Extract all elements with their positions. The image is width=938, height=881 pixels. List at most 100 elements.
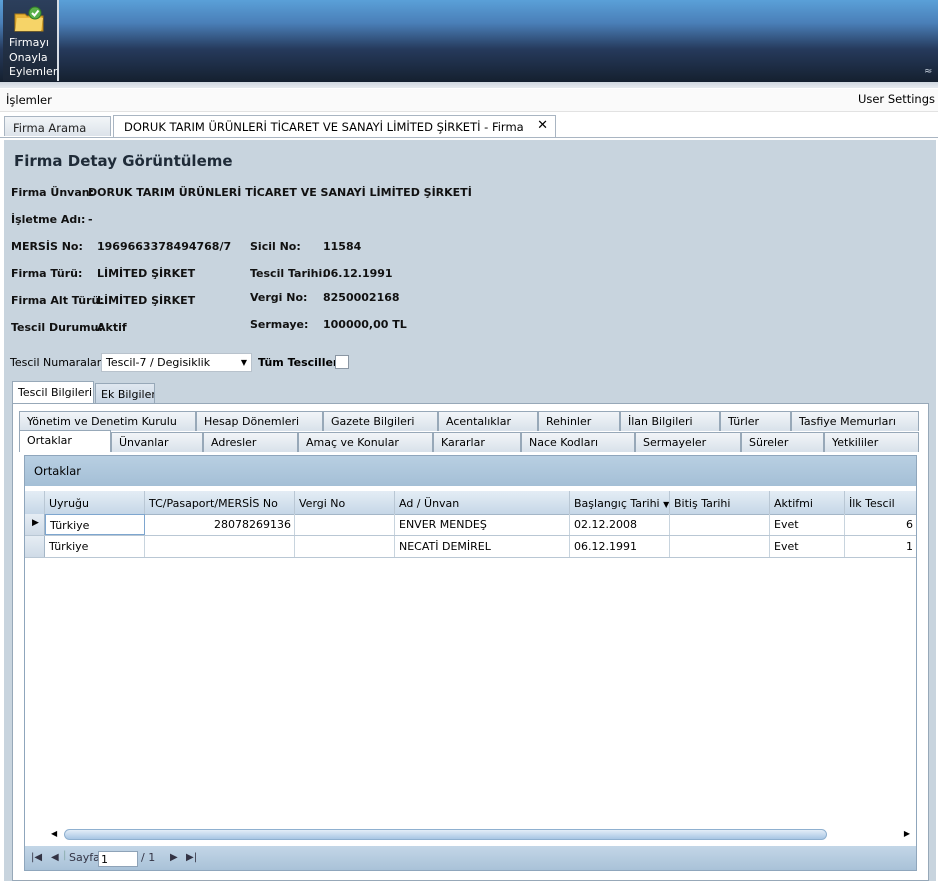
page-number-input[interactable]: 1 [98,851,138,867]
tescil-numaralari-select[interactable]: Tescil-7 / Degisiklik ▼ [101,353,252,372]
cell-vergi-no[interactable] [295,536,395,557]
cell-bitis[interactable] [670,536,770,557]
cell-tc-no[interactable] [145,536,295,557]
cell-ad-unvan[interactable]: ENVER MENDEŞ [395,514,570,535]
tab-unvanlar[interactable]: Ünvanlar [111,432,203,452]
cell-baslangic[interactable]: 06.12.1991 [570,536,670,557]
cell-bitis[interactable] [670,514,770,535]
column-header-label: Başlangıç Tarihi [574,497,660,510]
column-header[interactable]: Bitiş Tarihi [670,491,770,514]
tab-label: Tescil Bilgileri [18,386,93,399]
tab-firma-arama[interactable]: Firma Arama [4,116,111,136]
page-label: Sayfa [69,851,100,864]
tab-label: Ortaklar [27,434,72,447]
tescil-selected-value: Tescil-7 / Degisiklik [106,356,211,369]
cell-uyrugu[interactable]: Türkiye [45,536,145,557]
vergi-no-value: 8250002168 [323,291,400,304]
row-indicator: ▶ [25,514,45,535]
column-header[interactable]: İlk Tescil [845,491,916,514]
tab-ilan-bilgileri[interactable]: İlan Bilgileri [620,411,720,431]
tum-tesciller-label: Tüm Tesciller: [258,356,343,369]
tab-rehinler[interactable]: Rehinler [538,411,620,431]
grid-header: Uyruğu TC/Pasaport/MERSİS No Vergi No Ad… [25,491,916,515]
cell-ilk-tescil[interactable]: 6 [845,514,916,535]
tab-kararlar[interactable]: Kararlar [433,432,521,452]
cell-vergi-no[interactable] [295,514,395,535]
firma-unvan-label: Firma Ünvan: [11,186,95,199]
cell-ad-unvan[interactable]: NECATİ DEMİREL [395,536,570,557]
tab-hesap-donemleri[interactable]: Hesap Dönemleri [196,411,323,431]
tab-adresler[interactable]: Adresler [203,432,298,452]
sort-desc-icon: ▼ [663,500,670,509]
column-header[interactable]: Uyruğu [45,491,145,514]
close-icon[interactable]: ✕ [537,118,548,133]
approve-company-label: Firmayı Onayla Eylemler [9,36,58,78]
tescil-durumu-label: Tescil Durumu: [11,321,103,334]
tab-tescil-bilgileri[interactable]: Tescil Bilgileri [12,381,94,404]
pager: |◀ ◀ | Sayfa / 1 ▶ ▶| [25,846,916,870]
tescil-tarihi-label: Tescil Tarihi: [250,267,327,280]
menu-islemler[interactable]: İşlemler [6,93,52,107]
approve-company-button[interactable]: Firmayı Onayla Eylemler [3,0,59,81]
tab-label: Tasfiye Memurları [799,415,896,428]
mersis-label: MERSİS No: [11,240,83,253]
cell-aktifmi[interactable]: Evet [770,514,845,535]
header-indicator [25,491,45,514]
page-title: Firma Detay Görüntüleme [14,152,233,170]
dropdown-arrow-icon[interactable]: ▼ [241,358,247,367]
column-header[interactable]: TC/Pasaport/MERSİS No [145,491,295,514]
firma-alt-turu-value: LİMİTED ŞİRKET [97,294,196,307]
tab-yonetim-denetim[interactable]: Yönetim ve Denetim Kurulu [19,411,196,431]
row-indicator [25,536,45,557]
table-row[interactable]: Türkiye NECATİ DEMİREL 06.12.1991 Evet 1 [25,536,916,558]
table-row[interactable]: ▶ Türkiye 28078269136 ENVER MENDEŞ 02.12… [25,514,916,536]
cell-uyrugu[interactable]: Türkiye [45,514,145,535]
column-header[interactable]: Vergi No [295,491,395,514]
horizontal-scrollbar[interactable]: ◀ ▶ [48,827,916,843]
cell-baslangic[interactable]: 02.12.2008 [570,514,670,535]
cell-tc-no[interactable]: 28078269136 [145,514,295,535]
tab-label: Süreler [749,436,789,449]
scroll-left-icon[interactable]: ◀ [51,829,57,838]
scrollbar-thumb[interactable] [64,829,827,840]
tab-sermayeler[interactable]: Sermayeler [635,432,741,452]
menu-user-settings[interactable]: User Settings [858,92,935,106]
tab-acentaliklar[interactable]: Acentalıklar [438,411,538,431]
tab-sureler[interactable]: Süreler [741,432,824,452]
first-page-icon[interactable]: |◀ [31,852,42,863]
cell-ilk-tescil[interactable]: 1 [845,536,916,557]
chevron-double-up-icon[interactable]: ≈ [924,66,932,77]
column-header[interactable]: Aktifmi [770,491,845,514]
column-header-sorted[interactable]: Başlangıç Tarihi ▼ [570,491,670,514]
cell-aktifmi[interactable]: Evet [770,536,845,557]
tab-ek-bilgiler[interactable]: Ek Bilgiler [95,383,155,404]
tab-yetkililer[interactable]: Yetkililer [824,432,919,452]
tab-amac-konular[interactable]: Amaç ve Konular [298,432,433,452]
tab-gazete-bilgileri[interactable]: Gazete Bilgileri [323,411,438,431]
last-page-icon[interactable]: ▶| [186,852,197,863]
tab-nace-kodlari[interactable]: Nace Kodları [521,432,635,452]
mersis-value: 1969663378494768/7 [97,240,232,253]
next-page-icon[interactable]: ▶ [170,852,178,863]
tab-label: Rehinler [546,415,592,428]
tab-tasfiye-memurlari[interactable]: Tasfiye Memurları [791,411,919,431]
current-row-icon: ▶ [32,518,39,528]
tab-label: Ünvanlar [119,436,169,449]
tescil-numaralari-label: Tescil Numaraları: [10,356,109,369]
tab-label: Gazete Bilgileri [331,415,415,428]
tab-ortaklar[interactable]: Ortaklar [19,430,111,452]
scroll-right-icon[interactable]: ▶ [904,829,910,838]
pager-separator: | [63,850,67,861]
sermaye-value: 100000,00 TL [323,318,407,331]
isletme-adi-value: - [88,213,93,226]
tab-label: İlan Bilgileri [628,415,693,428]
ribbon [0,0,938,82]
tab-turler[interactable]: Türler [720,411,791,431]
column-header[interactable]: Ad / Ünvan [395,491,570,514]
tum-tesciller-checkbox[interactable] [335,355,349,369]
tab-label: Ek Bilgiler [101,388,155,401]
ribbon-divider [0,82,938,88]
tab-firma-detay[interactable]: DORUK TARIM ÜRÜNLERİ TİCARET VE SANAYİ L… [113,115,556,137]
prev-page-icon[interactable]: ◀ [51,852,59,863]
firma-unvan-value: DORUK TARIM ÜRÜNLERİ TİCARET VE SANAYİ L… [88,186,472,199]
